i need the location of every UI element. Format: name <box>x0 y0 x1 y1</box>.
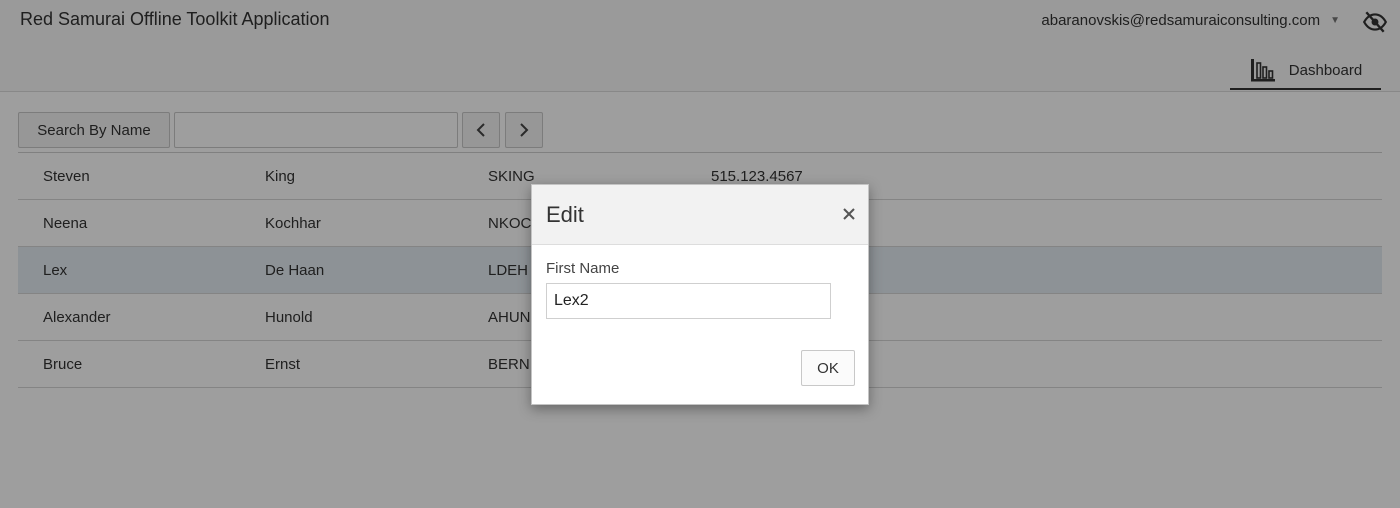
ok-button[interactable]: OK <box>801 350 855 386</box>
dialog-title: Edit <box>546 202 584 227</box>
dialog-header: Edit <box>532 185 868 245</box>
first-name-label: First Name <box>546 260 620 277</box>
first-name-field[interactable] <box>546 283 831 319</box>
edit-dialog: Edit First Name OK <box>531 184 869 405</box>
close-icon[interactable] <box>842 207 856 221</box>
